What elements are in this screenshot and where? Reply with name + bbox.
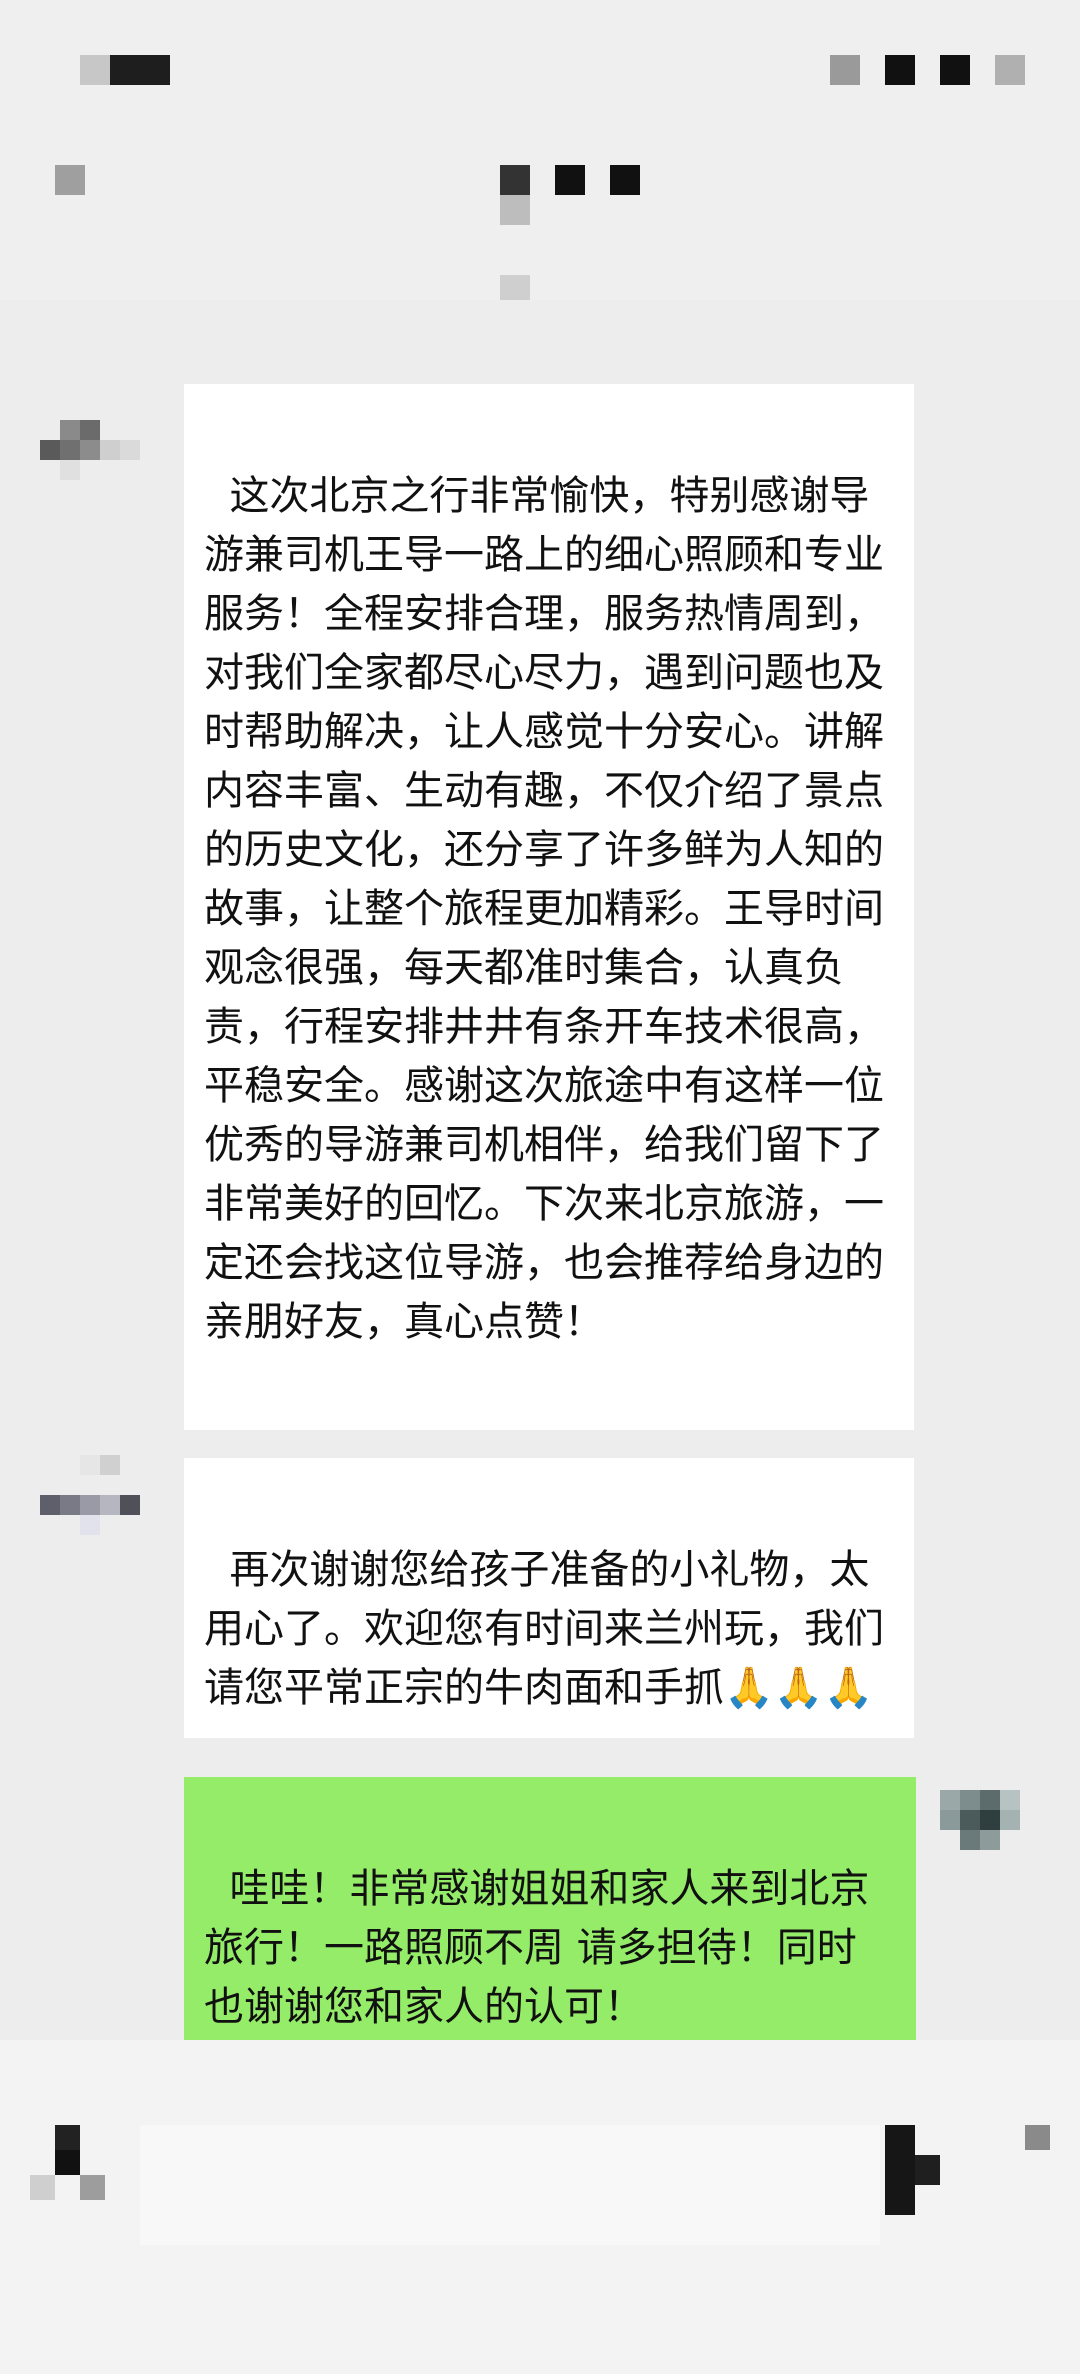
input-bar	[0, 2040, 1080, 2374]
message-text: 这次北京之行非常愉快，特别感谢导游兼司机王导一路上的细心照顾和专业服务！全程安排…	[204, 473, 884, 1345]
avatar[interactable]	[40, 1455, 140, 1555]
add-button[interactable]	[1025, 2125, 1050, 2150]
message-bubble-incoming[interactable]: 再次谢谢您给孩子准备的小礼物，太用心了。欢迎您有时间来兰州玩，我们请您平常正宗的…	[184, 1458, 914, 1738]
avatar[interactable]	[40, 400, 140, 500]
more-button[interactable]	[830, 55, 1030, 85]
emoji-icon	[885, 2125, 915, 2215]
chat-title	[440, 150, 660, 300]
voice-icon	[55, 2125, 80, 2150]
back-button[interactable]	[80, 55, 170, 85]
add-icon	[1025, 2125, 1050, 2150]
message-bubble-outgoing[interactable]: 哇哇！非常感谢姐姐和家人来到北京旅行！一路照顾不周 请多担待！同时也谢谢您和家人…	[184, 1777, 916, 2089]
message-bubble-incoming[interactable]: 这次北京之行非常愉快，特别感谢导游兼司机王导一路上的细心照顾和专业服务！全程安排…	[184, 384, 914, 1430]
more-icon	[830, 55, 860, 85]
emoji-button[interactable]	[885, 2125, 955, 2220]
message-input[interactable]	[140, 2125, 880, 2245]
avatar[interactable]	[940, 1790, 1040, 1890]
message-text: 再次谢谢您给孩子准备的小礼物，太用心了。欢迎您有时间来兰州玩，我们请您平常正宗的…	[204, 1547, 884, 1711]
back-icon	[80, 55, 110, 85]
voice-button[interactable]	[30, 2125, 110, 2215]
chat-header	[0, 0, 1080, 300]
